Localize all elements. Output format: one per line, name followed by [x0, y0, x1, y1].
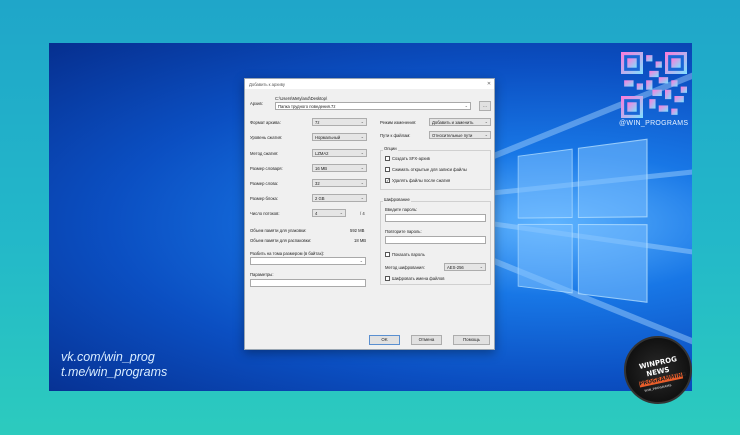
mem-pack-value: 592 MB [350, 228, 365, 233]
ok-button[interactable]: OK [369, 335, 400, 345]
update-mode-label: Режим изменения: [380, 120, 417, 125]
level-label: Уровень сжатия: [250, 135, 283, 140]
archive-name-value: Папка трудного поведения.7z [278, 104, 336, 109]
dialog-titlebar: Добавить к архиву ✕ [245, 79, 494, 89]
level-select[interactable]: Нормальный ⌄ [312, 133, 367, 141]
dialog-title: Добавить к архиву [249, 81, 285, 87]
params-label: Параметры: [250, 272, 274, 277]
block-value: 2 GB [315, 196, 325, 201]
telegram-link[interactable]: t.me/win_programs [61, 365, 167, 380]
format-value: 7z [315, 120, 320, 125]
enc-method-label: Метод шифрования: [385, 265, 425, 270]
checkbox-icon [385, 156, 390, 161]
format-select[interactable]: 7z ⌄ [312, 118, 367, 126]
threads-label: Число потоков: [250, 211, 280, 216]
winprog-news-badge: WINPROG NEWS PROGRAMMING WIN_PROGRAMS [624, 336, 692, 404]
paths-select[interactable]: Относительные пути ⌄ [429, 131, 491, 139]
archive-label: Архив: [250, 101, 263, 106]
show-password-checkbox[interactable]: Показать пароль [385, 252, 425, 257]
delete-label: Удалять файлы после сжатия [392, 178, 451, 183]
windows-logo [517, 138, 652, 308]
archive-name-combo[interactable]: Папка трудного поведения.7z ⌄ [275, 102, 471, 110]
qr-code [621, 52, 687, 118]
enc-method-value: AES-256 [447, 265, 464, 270]
block-select[interactable]: 2 GB ⌄ [312, 194, 367, 202]
qr-caption: @WIN_PROGRAMS [619, 120, 689, 127]
paths-label: Пути к файлам: [380, 133, 411, 138]
method-value: LZMA2 [315, 151, 329, 156]
chevron-down-icon: ⌄ [360, 150, 364, 155]
format-label: Формат архива: [250, 120, 281, 125]
method-select[interactable]: LZMA2 ⌄ [312, 149, 367, 157]
mem-unpack-label: Объем памяти для распаковки: [250, 238, 312, 243]
method-label: Метод сжатия: [250, 151, 279, 156]
encryption-label: Шифрование [383, 197, 411, 202]
checkbox-icon [385, 167, 390, 172]
password-input[interactable] [385, 214, 486, 222]
browse-button[interactable]: ... [479, 101, 491, 111]
chevron-down-icon: ⌄ [360, 195, 364, 200]
chevron-down-icon: ⌄ [479, 264, 483, 269]
word-value: 32 [315, 181, 320, 186]
chevron-down-icon: ⌄ [360, 119, 364, 124]
level-value: Нормальный [315, 135, 341, 140]
threads-max: / 4 [360, 211, 365, 216]
sfx-label: Создать SFX-архив [392, 156, 430, 161]
dict-select[interactable]: 16 MB ⌄ [312, 164, 367, 172]
chevron-down-icon: ⌄ [464, 103, 468, 108]
password-label: Введите пароль: [385, 207, 418, 212]
dict-value: 16 MB [315, 166, 328, 171]
chevron-down-icon: ⌄ [360, 180, 364, 185]
word-select[interactable]: 32 ⌄ [312, 179, 367, 187]
close-icon[interactable]: ✕ [484, 81, 494, 87]
chevron-down-icon: ⌄ [339, 210, 343, 215]
dict-label: Размер словаря: [250, 166, 283, 171]
archive-path: C:\Users\Metyland\Desktop\ [275, 96, 328, 101]
add-to-archive-dialog: Добавить к архиву ✕ Архив: C:\Users\Mety… [244, 78, 495, 350]
mem-pack-label: Объем памяти для упаковки: [250, 228, 307, 233]
password-repeat-label: Повторите пароль: [385, 229, 422, 234]
chevron-down-icon: ⌄ [484, 119, 488, 124]
enc-method-select[interactable]: AES-256 ⌄ [444, 263, 486, 271]
threads-select[interactable]: 4 ⌄ [312, 209, 346, 217]
chevron-down-icon: ⌄ [484, 132, 488, 137]
password-repeat-input[interactable] [385, 236, 486, 244]
encrypt-names-label: Шифровать имена файлов [392, 276, 445, 281]
checkmark-icon: ✓ [385, 178, 390, 183]
split-label: Разбить на тома размером (в байтах): [250, 251, 325, 256]
cancel-button[interactable]: Отмена [411, 335, 442, 345]
checkbox-icon [385, 252, 390, 257]
block-label: Размер блока: [250, 196, 279, 201]
sfx-checkbox[interactable]: Создать SFX-архив [385, 156, 430, 161]
social-links: vk.com/win_prog t.me/win_programs [61, 350, 167, 380]
paths-value: Относительные пути [432, 133, 473, 138]
threads-value: 4 [315, 211, 318, 216]
chevron-down-icon: ⌄ [359, 258, 363, 263]
vk-link[interactable]: vk.com/win_prog [61, 350, 167, 365]
update-mode-value: Добавить и заменить [432, 120, 474, 125]
options-label: Опции [383, 146, 398, 151]
shared-checkbox[interactable]: Сжимать открытые для записи файлы [385, 167, 467, 172]
help-button[interactable]: Помощь [453, 335, 490, 345]
params-input[interactable] [250, 279, 366, 287]
chevron-down-icon: ⌄ [360, 165, 364, 170]
delete-checkbox[interactable]: ✓ Удалять файлы после сжатия [385, 178, 450, 183]
split-combo[interactable]: ⌄ [250, 257, 366, 265]
encrypt-names-checkbox[interactable]: Шифровать имена файлов [385, 276, 444, 281]
word-label: Размер слова: [250, 181, 279, 186]
update-mode-select[interactable]: Добавить и заменить ⌄ [429, 118, 491, 126]
shared-label: Сжимать открытые для записи файлы [392, 167, 467, 172]
show-password-label: Показать пароль [392, 252, 425, 257]
mem-unpack-value: 18 MB [354, 238, 367, 243]
chevron-down-icon: ⌄ [360, 134, 364, 139]
checkbox-icon [385, 276, 390, 281]
